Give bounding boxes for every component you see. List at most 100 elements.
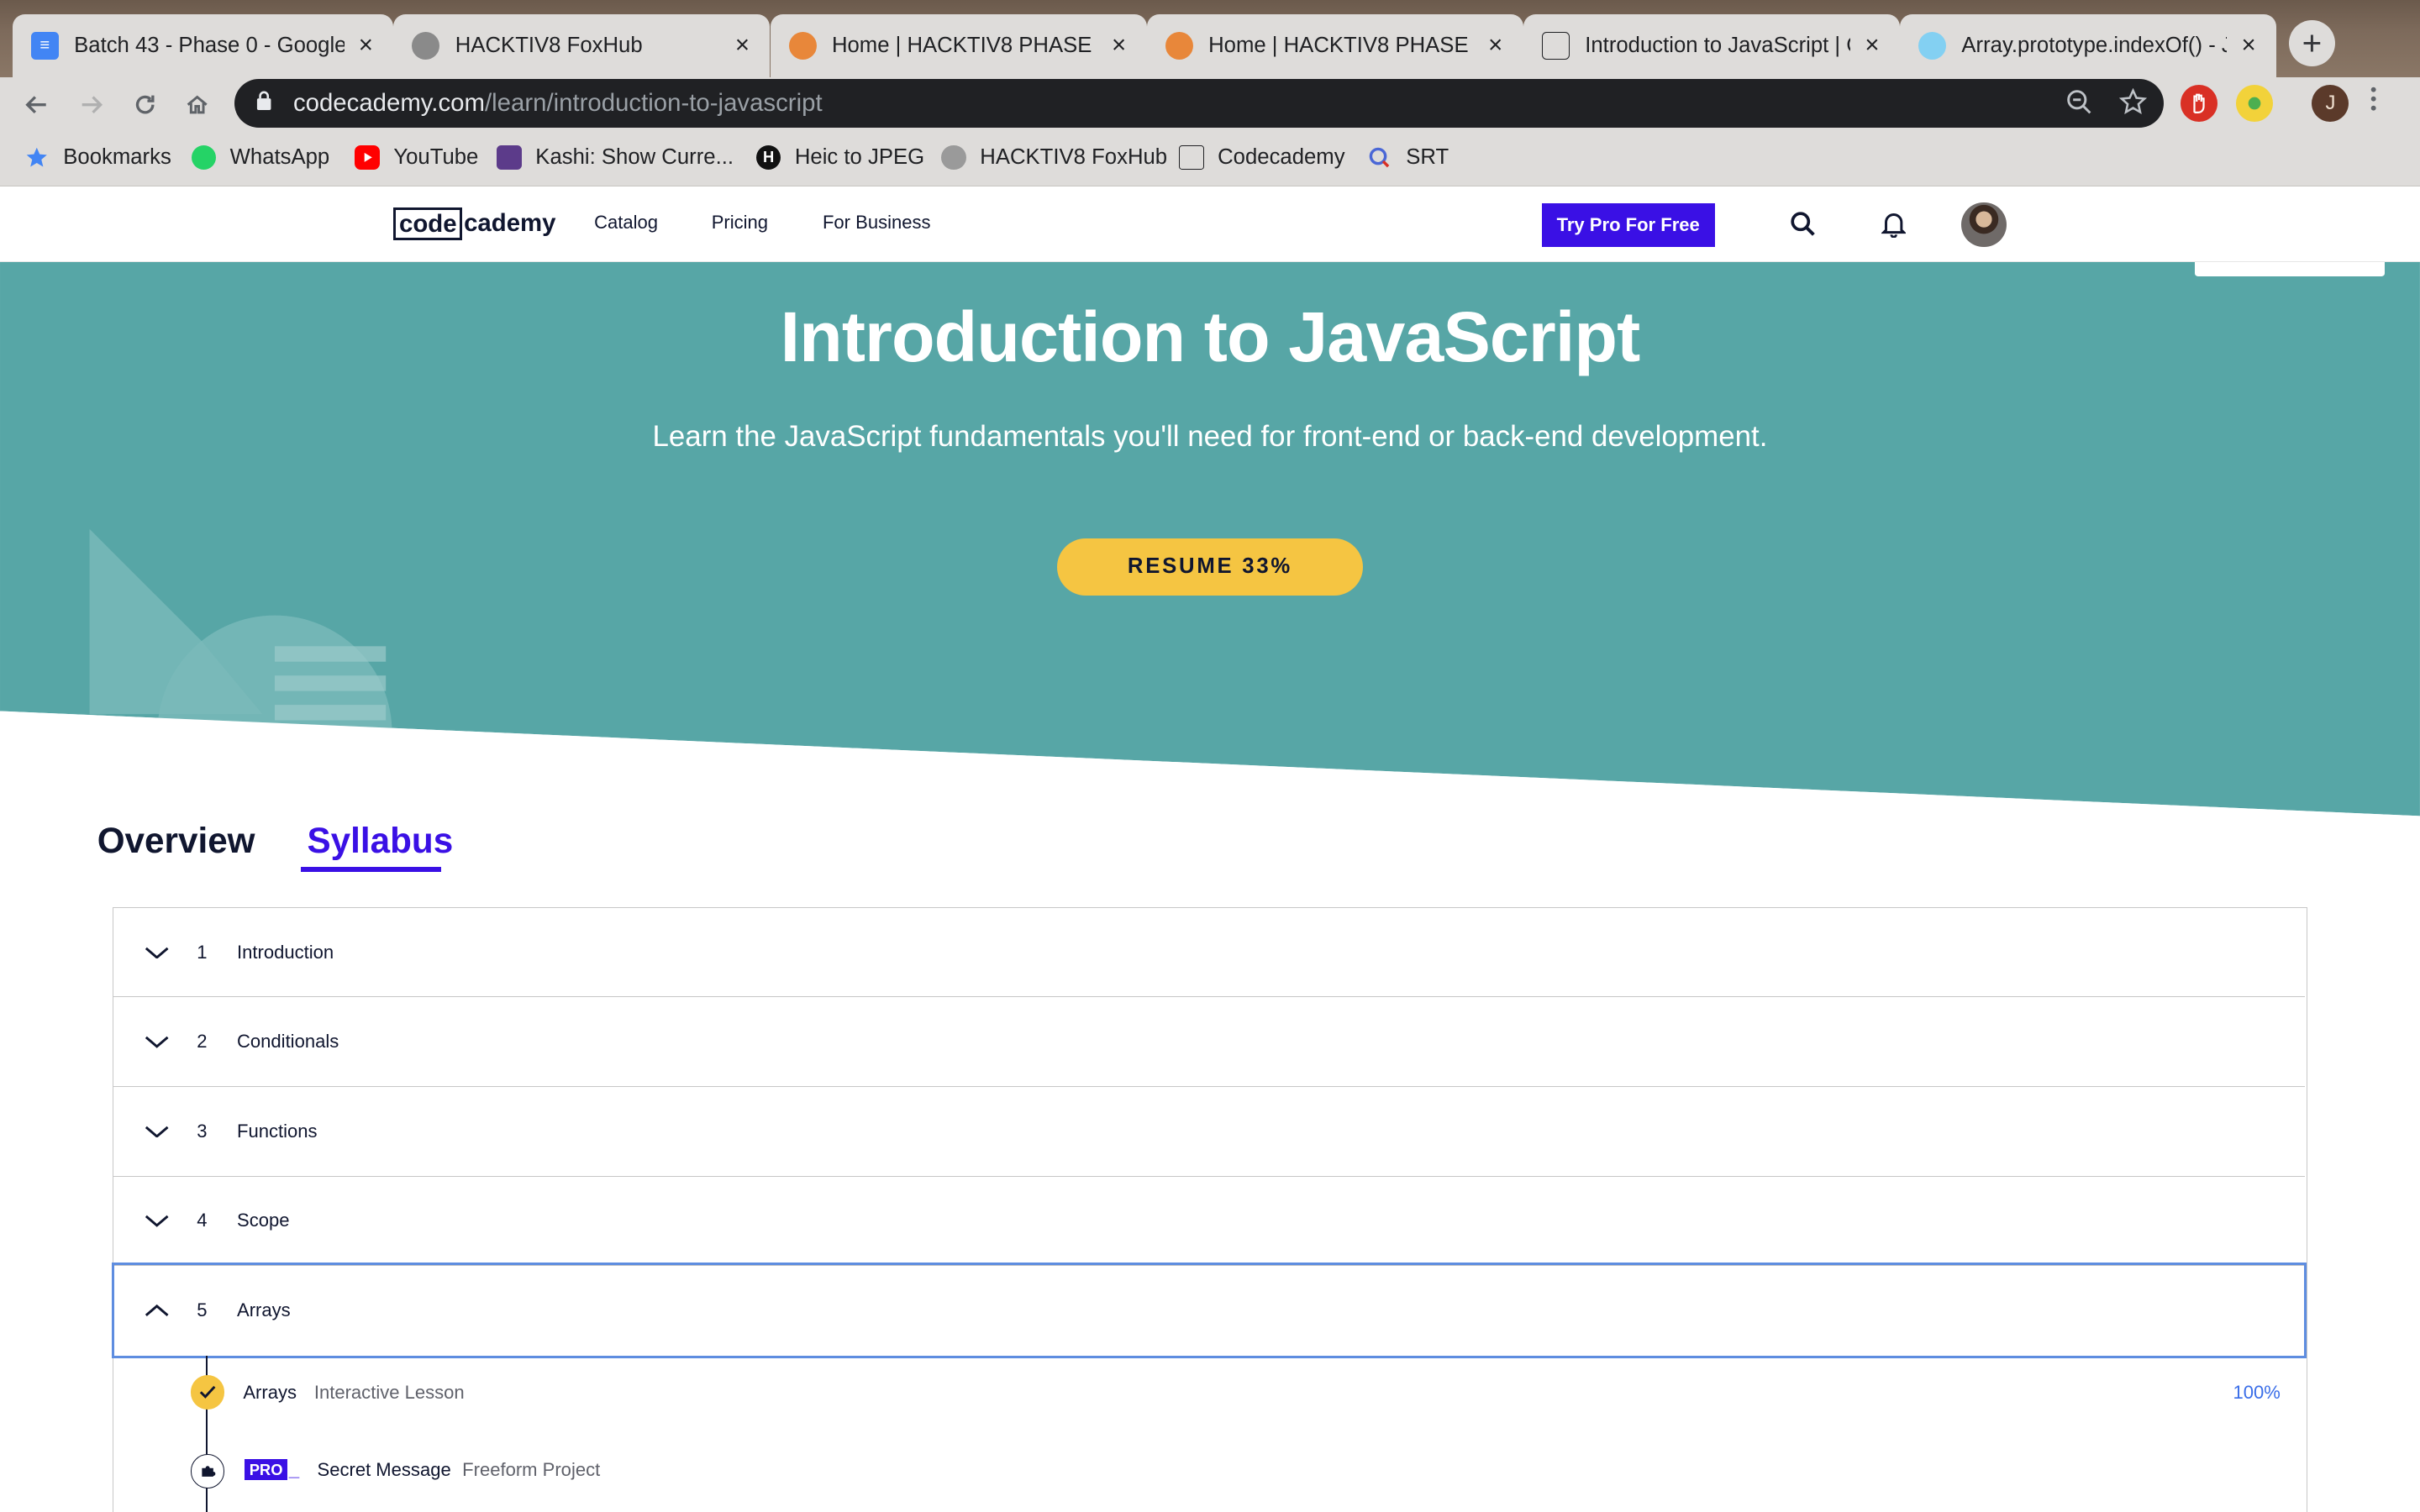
bookmark-item[interactable]: Bookmarks: [24, 145, 171, 170]
nav-catalog[interactable]: Catalog: [594, 212, 658, 234]
whatsapp-icon: [191, 144, 217, 171]
bookmark-item[interactable]: Codecademy: [1179, 144, 1345, 171]
fox-icon: [788, 31, 817, 60]
module-row[interactable]: 1 Introduction: [113, 908, 2306, 998]
tab-syllabus[interactable]: Syllabus: [308, 821, 454, 861]
puzzle-icon: [190, 1454, 225, 1488]
hero-corner-card: [2194, 262, 2385, 276]
close-icon[interactable]: ×: [1107, 31, 1131, 60]
module-number: 1: [197, 941, 208, 963]
close-icon[interactable]: ×: [2236, 31, 2260, 60]
url-path: /learn/introduction-to-javascript: [484, 89, 823, 118]
adblock-extension-icon[interactable]: [2181, 85, 2218, 123]
srt-icon: [1367, 145, 1392, 170]
back-arrow-icon[interactable]: [17, 85, 57, 125]
chevron-down-icon[interactable]: [145, 1119, 169, 1143]
forward-arrow-icon[interactable]: [71, 85, 111, 125]
bookmark-item[interactable]: WhatsApp: [191, 144, 329, 171]
syllabus-list: 1 Introduction 2 Conditionals 3 Function…: [112, 906, 2307, 1512]
site-header: code cademy Catalog Pricing For Business …: [0, 186, 2420, 263]
browser-tab-strip: ≡ Batch 43 - Phase 0 - Google D × HACKTI…: [0, 0, 2420, 77]
browser-tab[interactable]: ≡ Batch 43 - Phase 0 - Google D ×: [12, 13, 394, 77]
reload-icon[interactable]: [125, 85, 166, 125]
browser-tab[interactable]: Introduction to JavaScript | Co ×: [1523, 13, 1900, 77]
nav-for-business[interactable]: For Business: [823, 212, 931, 234]
extension-icon[interactable]: [2236, 85, 2274, 123]
bookmark-item[interactable]: H Heic to JPEG: [755, 144, 924, 171]
browser-tab[interactable]: Home | HACKTIV8 PHASE 0 D ×: [770, 13, 1147, 77]
codecademy-logo[interactable]: code cademy: [393, 205, 556, 242]
checkmark-icon: [190, 1375, 225, 1410]
lesson-type: Freeform Project: [462, 1458, 601, 1480]
lesson-name: Secret Message: [317, 1458, 451, 1480]
chevron-down-icon[interactable]: [145, 1209, 169, 1233]
module-name: Introduction: [237, 941, 334, 963]
course-title: Introduction to JavaScript: [780, 297, 1641, 376]
heic-icon: H: [755, 144, 781, 171]
lesson-progress: 100%: [2233, 1381, 2281, 1403]
resume-button[interactable]: RESUME 33%: [1057, 538, 1363, 596]
star-icon: [24, 145, 49, 170]
close-icon[interactable]: ×: [730, 31, 755, 60]
new-tab-button[interactable]: +: [2288, 19, 2335, 66]
lesson-name: Arrays: [243, 1381, 297, 1403]
module-number: 4: [197, 1210, 208, 1231]
module-name: Arrays: [237, 1299, 291, 1321]
home-icon[interactable]: [177, 85, 218, 125]
address-bar[interactable]: codecademy.com/learn/introduction-to-jav…: [234, 78, 2165, 129]
globe-icon: [941, 144, 966, 171]
close-icon[interactable]: ×: [354, 31, 378, 60]
course-subtitle: Learn the JavaScript fundamentals you'll…: [652, 419, 1768, 453]
chevron-down-icon[interactable]: [145, 940, 169, 964]
lesson-type: Interactive Lesson: [313, 1381, 465, 1403]
more-menu-icon[interactable]: [2370, 87, 2376, 118]
course-hero: Introduction to JavaScript Learn the Jav…: [0, 262, 2420, 818]
youtube-icon: [355, 144, 380, 171]
bookmark-item[interactable]: YouTube: [355, 144, 478, 171]
lesson-row[interactable]: Arrays Interactive Lesson 100%: [113, 1357, 2305, 1434]
module-name: Scope: [237, 1210, 290, 1231]
bookmark-item[interactable]: HACKTIV8 FoxHub: [941, 144, 1167, 171]
module-row[interactable]: 2 Conditionals: [113, 997, 2306, 1087]
profile-avatar[interactable]: J: [2312, 85, 2349, 123]
chevron-down-icon[interactable]: [145, 1030, 169, 1054]
url-host: codecademy.com: [292, 89, 485, 118]
close-icon[interactable]: ×: [1860, 31, 1884, 60]
active-tab-indicator: [301, 867, 442, 872]
browser-tab[interactable]: Home | HACKTIV8 PHASE 0 D ×: [1146, 13, 1523, 77]
fox-icon: [1165, 31, 1193, 60]
nav-pricing[interactable]: Pricing: [712, 212, 768, 234]
lock-icon: [256, 91, 278, 116]
bookmark-item[interactable]: Kashi: Show Curre...: [497, 144, 734, 171]
module-number: 3: [197, 1120, 208, 1142]
module-name: Functions: [237, 1120, 318, 1142]
module-row-expanded[interactable]: 5 Arrays: [112, 1263, 2307, 1358]
module-number: 5: [197, 1299, 208, 1321]
module-row[interactable]: 3 Functions: [113, 1087, 2306, 1177]
kashi-icon: [497, 144, 522, 171]
globe-icon: [412, 31, 440, 60]
chevron-up-icon[interactable]: [145, 1299, 169, 1323]
pro-badge: PRO _: [245, 1459, 300, 1481]
docs-icon: ≡: [30, 31, 59, 60]
mdn-icon: [1918, 31, 1947, 60]
bookmarks-bar: Bookmarks WhatsApp YouTube Kashi: Show C…: [0, 132, 2420, 187]
bell-icon[interactable]: [1878, 208, 1909, 239]
codecademy-icon: [1541, 31, 1570, 60]
close-icon[interactable]: ×: [1483, 31, 1507, 60]
tab-overview[interactable]: Overview: [97, 821, 255, 861]
module-name: Conditionals: [237, 1031, 339, 1053]
browser-tab[interactable]: Array.prototype.indexOf() - Ja ×: [1899, 13, 2277, 77]
search-icon[interactable]: [1787, 208, 1818, 239]
zoom-icon[interactable]: [2065, 88, 2093, 123]
module-number: 2: [197, 1031, 208, 1053]
star-icon[interactable]: [2118, 87, 2147, 123]
module-row[interactable]: 4 Scope: [113, 1177, 2306, 1267]
lesson-row[interactable]: PRO _ Secret Message Freeform Project: [113, 1434, 2305, 1511]
codecademy-icon: [1179, 144, 1204, 171]
bookmark-item[interactable]: SRT: [1367, 145, 1449, 170]
browser-toolbar: codecademy.com/learn/introduction-to-jav…: [0, 76, 2420, 133]
browser-tab[interactable]: HACKTIV8 FoxHub ×: [393, 13, 771, 77]
user-avatar[interactable]: [1961, 202, 2007, 247]
try-pro-button[interactable]: Try Pro For Free: [1541, 203, 1715, 247]
